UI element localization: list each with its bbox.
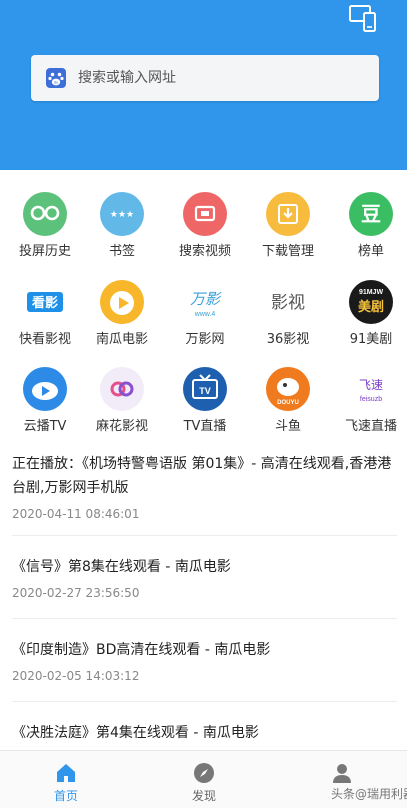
shortcut-search-video[interactable]: 搜索视频 [162, 180, 248, 260]
history-title: 《信号》第8集在线观看 - 南瓜电影 [12, 559, 231, 575]
mahua-logo [100, 367, 144, 411]
baidu-paw-icon[interactable]: du [46, 68, 66, 88]
nav-label: 首页 [53, 789, 78, 803]
history-item[interactable]: 正在播放：《机场特警粤语版 第01集》- 高清在线观看,香港港台剧,万影网手机版… [12, 452, 397, 521]
yingshi36-logo: 影视 [266, 280, 310, 324]
svg-text:美剧: 美剧 [358, 299, 384, 315]
shortcut-label: 91美剧 [349, 332, 393, 347]
svg-text:TV: TV [199, 386, 211, 396]
pumpkin-logo [100, 280, 144, 324]
douyu-logo: DOUYU [266, 367, 310, 411]
shortcut-bookmarks[interactable]: ★★★ 书签 [79, 180, 165, 260]
divider [12, 701, 397, 702]
svg-text:DOUYU: DOUYU [277, 400, 299, 406]
search-placeholder: 搜索或输入网址 [78, 70, 176, 86]
shortcut-label: 南瓜电影 [95, 332, 148, 347]
shortcut-label: 飞速直播 [344, 419, 397, 434]
shortcut-label: 搜索视频 [178, 244, 231, 259]
cloud-play-icon [23, 367, 67, 411]
shortcut-label: 36影视 [266, 332, 310, 347]
svg-text:豆: 豆 [361, 202, 381, 226]
top-header: du 搜索或输入网址 [0, 0, 407, 170]
shortcut-label: 万影网 [185, 332, 225, 347]
shortcut-label: TV直播 [183, 419, 227, 434]
shortcut-label: 投屏历史 [18, 244, 71, 259]
divider [12, 618, 397, 619]
history-time: 2020-04-11 08:46:01 [12, 507, 140, 521]
svg-text:91MJW: 91MJW [359, 289, 384, 296]
shortcut-label: 斗鱼 [274, 419, 301, 434]
history-title: 《决胜法庭》第4集在线观看 - 南瓜电影 [12, 725, 259, 741]
shortcut-tv-live[interactable]: TV TV直播 [162, 355, 248, 435]
kuaikan-logo: 看影 [23, 280, 67, 324]
svg-text:看影: 看影 [32, 295, 58, 311]
shortcut-ranking[interactable]: 豆 榜单 [328, 180, 407, 260]
shortcut-label: 榜单 [357, 244, 384, 259]
svg-text:影视: 影视 [271, 293, 305, 313]
shortcut-wanying[interactable]: 万影 www.4 万影网 [162, 268, 248, 348]
svg-text:www.4: www.4 [194, 311, 216, 318]
shortcut-douyu[interactable]: DOUYU 斗鱼 [245, 355, 331, 435]
nav-discover[interactable]: 发现 [164, 751, 244, 808]
nav-home[interactable]: 首页 [26, 751, 106, 808]
glasses-icon [23, 192, 67, 236]
shortcut-label: 云播TV [23, 419, 67, 434]
history-time: 2020-02-05 14:03:12 [12, 669, 140, 683]
shortcut-label: 麻花影视 [95, 419, 148, 434]
history-item[interactable]: 《决胜法庭》第4集在线观看 - 南瓜电影 [12, 721, 397, 750]
history-title: 《印度制造》BD高清在线观看 - 南瓜电影 [12, 642, 271, 658]
wanying-logo: 万影 www.4 [183, 280, 227, 324]
shortcut-91meiju[interactable]: 91MJW 美剧 91美剧 [328, 268, 407, 348]
download-icon [266, 192, 310, 236]
shortcut-nangua[interactable]: 南瓜电影 [79, 268, 165, 348]
shortcut-label: 下载管理 [261, 244, 314, 259]
divider [12, 535, 397, 536]
history-title: 正在播放：《机场特警粤语版 第01集》- 高清在线观看,香港港台剧,万影网手机版 [12, 456, 392, 496]
shortcut-label: 书签 [108, 244, 135, 259]
home-icon [54, 761, 78, 785]
video-search-icon [183, 192, 227, 236]
history-item[interactable]: 《信号》第8集在线观看 - 南瓜电影 2020-02-27 23:56:50 [12, 555, 397, 600]
person-icon [330, 761, 354, 785]
shortcut-36yingshi[interactable]: 影视 36影视 [245, 268, 331, 348]
svg-text:万影: 万影 [190, 290, 222, 308]
shortcut-yunbo-tv[interactable]: 云播TV [2, 355, 88, 435]
douban-icon: 豆 [349, 192, 393, 236]
svg-text:du: du [54, 80, 58, 85]
shortcut-kuaikan[interactable]: 看影 快看影视 [2, 268, 88, 348]
shortcut-label: 快看影视 [18, 332, 71, 347]
compass-icon [192, 761, 216, 785]
shortcut-mahua[interactable]: 麻花影视 [79, 355, 165, 435]
svg-text:飞速: 飞速 [359, 378, 383, 392]
tv-icon: TV [183, 367, 227, 411]
stars-icon: ★★★ [100, 192, 144, 236]
screen-cast-icon[interactable] [347, 4, 379, 34]
shortcut-grid: 投屏历史 ★★★ 书签 搜索视频 下载管理 豆 榜单 看影 快看影视 南瓜电影 … [0, 170, 407, 438]
nav-label: 发现 [191, 789, 216, 803]
watermark: 头条@瑞用利器 [331, 787, 407, 801]
svg-text:feisuzb: feisuzb [360, 396, 382, 403]
shortcut-feisu-live[interactable]: 飞速 feisuzb 飞速直播 [328, 355, 407, 435]
svg-text:★★★: ★★★ [110, 210, 134, 220]
feisu-logo: 飞速 feisuzb [349, 367, 393, 411]
shortcut-download-manager[interactable]: 下载管理 [245, 180, 331, 260]
meiju91-logo: 91MJW 美剧 [349, 280, 393, 324]
search-bar[interactable]: du 搜索或输入网址 [31, 55, 379, 101]
history-list: 正在播放：《机场特警粤语版 第01集》- 高清在线观看,香港港台剧,万影网手机版… [0, 438, 407, 750]
history-time: 2020-02-27 23:56:50 [12, 586, 140, 600]
history-item[interactable]: 《印度制造》BD高清在线观看 - 南瓜电影 2020-02-05 14:03:1… [12, 638, 397, 683]
shortcut-cast-history[interactable]: 投屏历史 [2, 180, 88, 260]
